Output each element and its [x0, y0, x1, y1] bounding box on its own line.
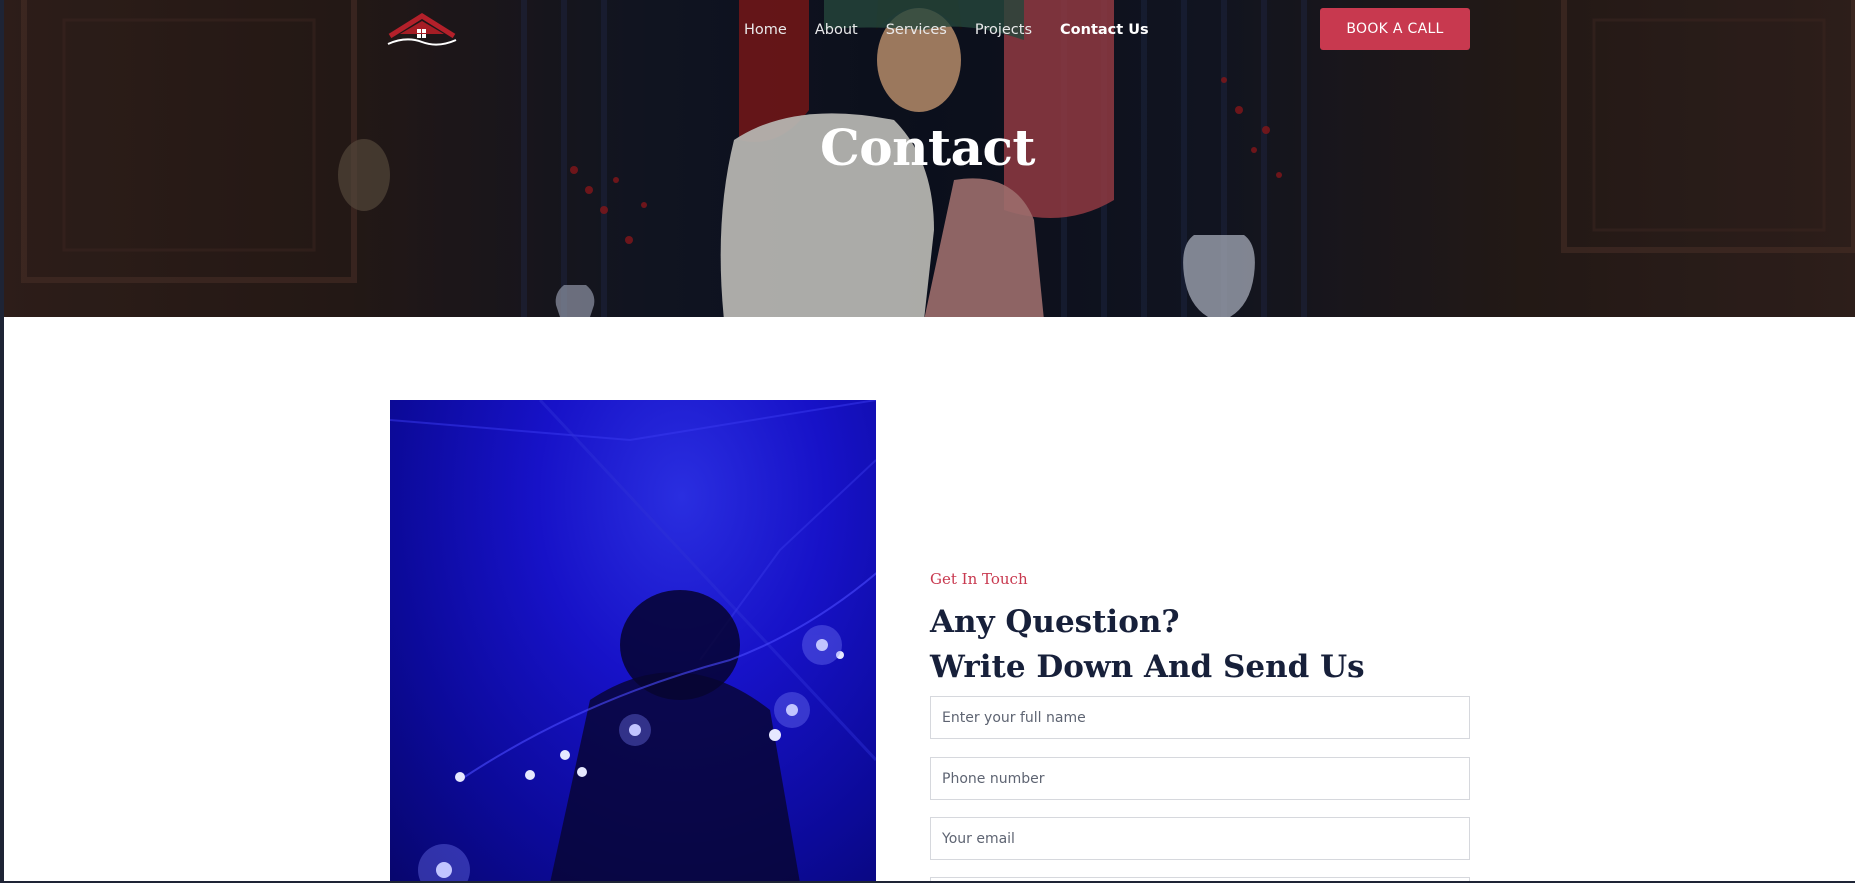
contact-photo: [390, 400, 876, 883]
main-nav: Home About Services Projects Contact Us: [744, 21, 1177, 39]
book-a-call-button[interactable]: BOOK A CALL: [1320, 8, 1470, 50]
nav-about[interactable]: About: [815, 21, 858, 39]
heading-line-2: Write Down And Send Us: [930, 649, 1365, 685]
section-kicker: Get In Touch: [930, 570, 1028, 588]
house-logo-icon: [387, 13, 457, 46]
window-edge: [0, 0, 4, 883]
phone-input[interactable]: [930, 757, 1470, 800]
nav-projects[interactable]: Projects: [975, 21, 1032, 39]
nav-home[interactable]: Home: [744, 21, 787, 39]
page-title: Contact: [819, 118, 1036, 177]
email-input[interactable]: [930, 817, 1470, 860]
full-name-input[interactable]: [930, 696, 1470, 739]
blue-lights-photo: [390, 400, 876, 883]
section-heading: Any Question? Write Down And Send Us: [930, 600, 1470, 690]
heading-line-1: Any Question?: [930, 604, 1180, 640]
contact-intro: Get In Touch Any Question? Write Down An…: [930, 570, 1470, 690]
nav-contact-us[interactable]: Contact Us: [1060, 21, 1149, 39]
site-logo[interactable]: [386, 12, 458, 48]
nav-services[interactable]: Services: [886, 21, 947, 39]
